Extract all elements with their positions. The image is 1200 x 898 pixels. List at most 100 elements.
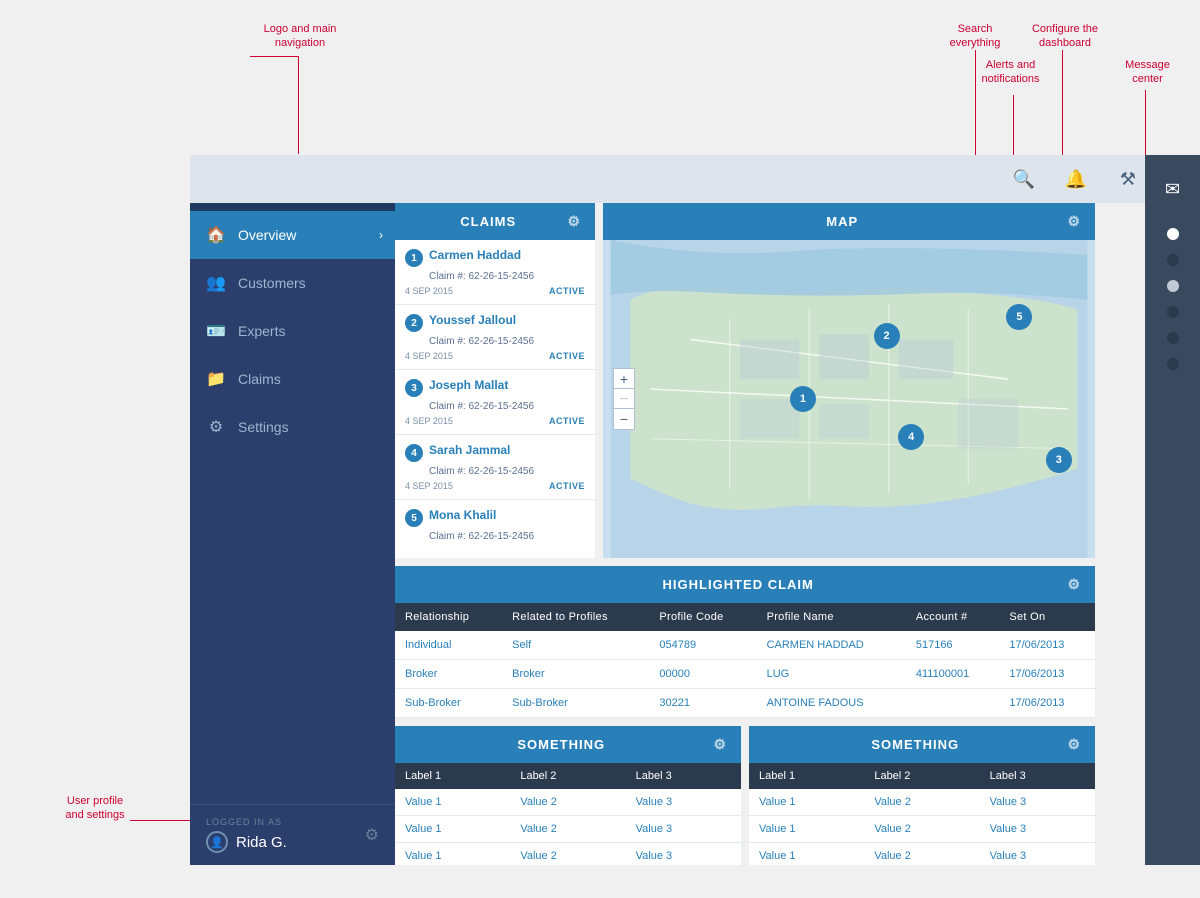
claim-date-3: 4 SEP 2015 bbox=[405, 416, 453, 426]
cell-code: 054789 bbox=[649, 631, 756, 660]
sl-val-2: Value 2 bbox=[510, 816, 625, 843]
dot-indicator-3 bbox=[1167, 280, 1179, 292]
something-right-gear-icon[interactable]: ⚙ bbox=[1067, 736, 1081, 753]
cell-account: 517166 bbox=[906, 631, 1000, 660]
table-row[interactable]: Broker Broker 00000 LUG 411100001 17/06/… bbox=[395, 660, 1095, 689]
claim-date-1: 4 SEP 2015 bbox=[405, 286, 453, 296]
claim-item-1[interactable]: 1 Carmen Haddad Claim #: 62-26-15-2456 4… bbox=[395, 240, 595, 305]
claim-name-5: Mona Khalil bbox=[429, 508, 496, 522]
sr-val-1: Value 1 bbox=[749, 789, 864, 816]
something-right-title: SOMETHING bbox=[763, 737, 1067, 752]
sidebar-item-label: Claims bbox=[238, 371, 281, 387]
claim-date-2: 4 SEP 2015 bbox=[405, 351, 453, 361]
list-item[interactable]: Value 1 Value 2 Value 3 bbox=[395, 843, 741, 866]
highlighted-claim-title: HIGHLIGHTED CLAIM bbox=[409, 577, 1067, 592]
experts-icon: 🪪 bbox=[206, 321, 226, 341]
nav-arrow: › bbox=[379, 228, 383, 242]
settings-icon: ⚙ bbox=[206, 417, 226, 437]
sr-val-3: Value 3 bbox=[980, 789, 1095, 816]
sl-val-3: Value 3 bbox=[626, 816, 741, 843]
sidebar-item-experts[interactable]: 🪪 Experts bbox=[190, 307, 395, 355]
col-name: Profile Name bbox=[757, 603, 906, 631]
something-left-header: SOMETHING ⚙ bbox=[395, 726, 741, 763]
sidebar-item-customers[interactable]: 👥 Customers bbox=[190, 259, 395, 307]
list-item[interactable]: Value 1 Value 2 Value 3 bbox=[749, 789, 1095, 816]
claims-widget: CLAIMS ⚙ 1 Carmen Haddad Claim #: 62-26-… bbox=[395, 203, 595, 558]
envelope-icon[interactable]: ✉ bbox=[1157, 171, 1188, 208]
zoom-in-button[interactable]: + bbox=[614, 369, 634, 389]
claim-name-1: Carmen Haddad bbox=[429, 248, 521, 262]
cell-related: Sub-Broker bbox=[502, 689, 649, 718]
cell-seton: 17/06/2013 bbox=[999, 689, 1095, 718]
something-right-header: SOMETHING ⚙ bbox=[749, 726, 1095, 763]
something-left-header-row: Label 1 Label 2 Label 3 bbox=[395, 763, 741, 789]
dot-indicator-4 bbox=[1167, 306, 1179, 318]
user-info: 👤 Rida G. bbox=[206, 831, 287, 853]
footer-settings-icon[interactable]: ⚙ bbox=[365, 825, 379, 845]
cell-seton: 17/06/2013 bbox=[999, 631, 1095, 660]
list-item[interactable]: Value 1 Value 2 Value 3 bbox=[749, 816, 1095, 843]
zoom-divider: — bbox=[614, 389, 634, 409]
claim-item-2[interactable]: 2 Youssef Jalloul Claim #: 62-26-15-2456… bbox=[395, 305, 595, 370]
claim-name-2: Youssef Jalloul bbox=[429, 313, 516, 327]
bell-icon[interactable]: 🔔 bbox=[1060, 163, 1092, 195]
sidebar-item-overview[interactable]: 🏠 Overview › bbox=[190, 211, 395, 259]
sr-col-1: Label 1 bbox=[749, 763, 864, 789]
sidebar-footer: LOGGED IN AS 👤 Rida G. ⚙ bbox=[190, 804, 395, 865]
sr-val-1: Value 1 bbox=[749, 843, 864, 866]
claim-status-3: ACTIVE bbox=[549, 416, 585, 426]
header-bar: 🔍 🔔 ⚒ bbox=[190, 155, 1160, 203]
list-item[interactable]: Value 1 Value 2 Value 3 bbox=[395, 816, 741, 843]
zoom-out-button[interactable]: − bbox=[614, 409, 634, 429]
dot-indicator-2 bbox=[1167, 254, 1179, 266]
sidebar-item-settings[interactable]: ⚙ Settings bbox=[190, 403, 395, 451]
map-marker-3[interactable]: 3 bbox=[1046, 447, 1072, 473]
claim-id-3: Claim #: 62-26-15-2456 bbox=[429, 401, 585, 412]
claim-item-5[interactable]: 5 Mona Khalil Claim #: 62-26-15-2456 bbox=[395, 500, 595, 550]
sr-col-2: Label 2 bbox=[864, 763, 979, 789]
cell-name: CARMEN HADDAD bbox=[757, 631, 906, 660]
something-left-widget: SOMETHING ⚙ Label 1 Label 2 Label 3 Valu… bbox=[395, 726, 741, 865]
annotation-messages: Message center bbox=[1110, 58, 1185, 87]
claim-status-4: ACTIVE bbox=[549, 481, 585, 491]
sidebar: VIP RESCUE 🏠 Overview › 👥 Customers 🪪 Ex… bbox=[190, 155, 395, 865]
cell-account bbox=[906, 689, 1000, 718]
annotation-search: Search everything bbox=[935, 22, 1015, 51]
annotation-user-profile: User profile and settings bbox=[50, 794, 140, 823]
sr-val-2: Value 2 bbox=[864, 789, 979, 816]
col-related: Related to Profiles bbox=[502, 603, 649, 631]
tools-icon[interactable]: ⚒ bbox=[1112, 163, 1144, 195]
highlighted-claim-gear-icon[interactable]: ⚙ bbox=[1067, 576, 1081, 593]
something-right-widget: SOMETHING ⚙ Label 1 Label 2 Label 3 Valu… bbox=[749, 726, 1095, 865]
table-row[interactable]: Individual Self 054789 CARMEN HADDAD 517… bbox=[395, 631, 1095, 660]
something-right-table: Label 1 Label 2 Label 3 Value 1 Value 2 … bbox=[749, 763, 1095, 865]
sr-val-3: Value 3 bbox=[980, 843, 1095, 866]
customers-icon: 👥 bbox=[206, 273, 226, 293]
map-marker-2[interactable]: 2 bbox=[874, 323, 900, 349]
map-svg bbox=[603, 240, 1095, 558]
list-item[interactable]: Value 1 Value 2 Value 3 bbox=[749, 843, 1095, 866]
sr-val-3: Value 3 bbox=[980, 816, 1095, 843]
sidebar-item-claims[interactable]: 📁 Claims bbox=[190, 355, 395, 403]
dot-indicator-5 bbox=[1167, 332, 1179, 344]
claim-id-5: Claim #: 62-26-15-2456 bbox=[429, 531, 585, 542]
claim-item-4[interactable]: 4 Sarah Jammal Claim #: 62-26-15-2456 4 … bbox=[395, 435, 595, 500]
map-zoom-controls: + — − bbox=[613, 368, 635, 430]
claims-gear-icon[interactable]: ⚙ bbox=[567, 213, 581, 230]
search-icon[interactable]: 🔍 bbox=[1008, 163, 1040, 195]
map-marker-5[interactable]: 5 bbox=[1006, 304, 1032, 330]
map-gear-icon[interactable]: ⚙ bbox=[1067, 213, 1081, 230]
top-row: CLAIMS ⚙ 1 Carmen Haddad Claim #: 62-26-… bbox=[395, 203, 1095, 558]
table-row[interactable]: Sub-Broker Sub-Broker 30221 ANTOINE FADO… bbox=[395, 689, 1095, 718]
logged-in-label: LOGGED IN AS bbox=[206, 817, 287, 827]
cell-seton: 17/06/2013 bbox=[999, 660, 1095, 689]
list-item[interactable]: Value 1 Value 2 Value 3 bbox=[395, 789, 741, 816]
annotation-configure: Configure the dashboard bbox=[1020, 22, 1110, 51]
claim-item-3[interactable]: 3 Joseph Mallat Claim #: 62-26-15-2456 4… bbox=[395, 370, 595, 435]
cell-relationship: Sub-Broker bbox=[395, 689, 502, 718]
map-widget: MAP ⚙ bbox=[603, 203, 1095, 558]
highlighted-claim-header: HIGHLIGHTED CLAIM ⚙ bbox=[395, 566, 1095, 603]
something-left-title: SOMETHING bbox=[409, 737, 713, 752]
something-left-gear-icon[interactable]: ⚙ bbox=[713, 736, 727, 753]
sl-val-1: Value 1 bbox=[395, 843, 510, 866]
